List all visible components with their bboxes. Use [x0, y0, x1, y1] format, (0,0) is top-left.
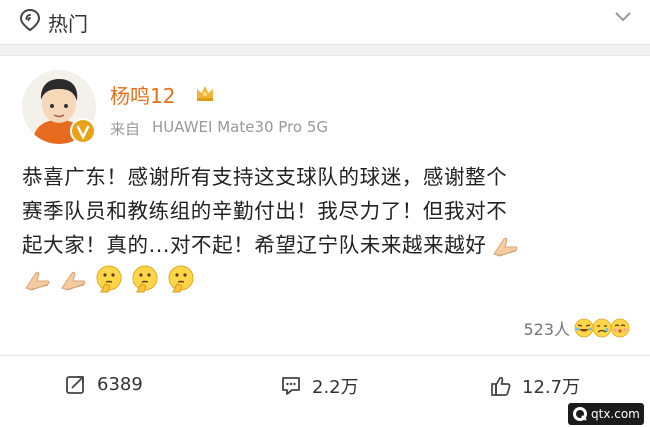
page-title: 热门 — [48, 12, 88, 36]
repost-count: 6389 — [97, 373, 143, 395]
comment-count: 2.2万 — [312, 377, 359, 398]
divider — [0, 355, 650, 356]
verified-badge-icon — [70, 118, 96, 144]
repost-button[interactable]: 6389 — [65, 373, 143, 395]
tired-icon — [592, 318, 612, 338]
watermark-logo-icon — [573, 407, 587, 421]
section-gap — [0, 45, 650, 55]
hot-location-icon — [19, 8, 41, 32]
crown-badge-icon[interactable] — [194, 82, 216, 104]
comment-button[interactable]: 2.2万 — [280, 373, 359, 399]
reaction-summary[interactable]: 523人 — [523, 313, 630, 343]
pray-icon — [493, 237, 518, 257]
thinking-icon — [168, 265, 194, 293]
top-bar: 热门 — [0, 0, 650, 44]
pray-icon — [61, 271, 86, 291]
pray-icon — [25, 271, 50, 291]
action-bar: 6389 2.2万 12.7万 — [0, 360, 650, 410]
emoji-line — [22, 262, 632, 296]
chevron-down-icon[interactable] — [614, 11, 632, 23]
divider — [0, 55, 650, 56]
post-text: 恭喜广东！感谢所有支持这支球队的球迷，感谢整个 赛季队员和教练组的辛勤付出！我尽… — [22, 160, 632, 296]
source-prefix: 来自 — [110, 120, 141, 138]
thinking-icon — [132, 265, 158, 293]
thinking-icon — [96, 265, 122, 293]
repost-icon — [66, 376, 84, 394]
comment-icon — [282, 377, 300, 395]
thumbs-up-icon — [491, 376, 511, 396]
watermark-text: qtx.com — [591, 407, 640, 421]
kiss-icon — [610, 318, 630, 338]
post-line: 恭喜广东！感谢所有支持这支球队的球迷，感谢整个 — [22, 165, 508, 189]
username[interactable]: 杨鸣12 — [110, 80, 175, 109]
like-button[interactable]: 12.7万 — [490, 373, 580, 399]
post-line-3: 起大家！真的...对不起！希望辽宁队未来越来越好 — [22, 228, 632, 262]
reaction-count: 523人 — [523, 320, 570, 339]
post-line: 赛季队员和教练组的辛勤付出！我尽力了！但我对不 — [22, 199, 508, 223]
laugh-cry-icon — [574, 318, 594, 338]
source-device[interactable]: HUAWEI Mate30 Pro 5G — [152, 118, 328, 136]
like-count: 12.7万 — [522, 377, 581, 398]
post-line-text: 起大家！真的...对不起！希望辽宁队未来越来越好 — [22, 233, 487, 257]
watermark: qtx.com — [568, 403, 644, 425]
